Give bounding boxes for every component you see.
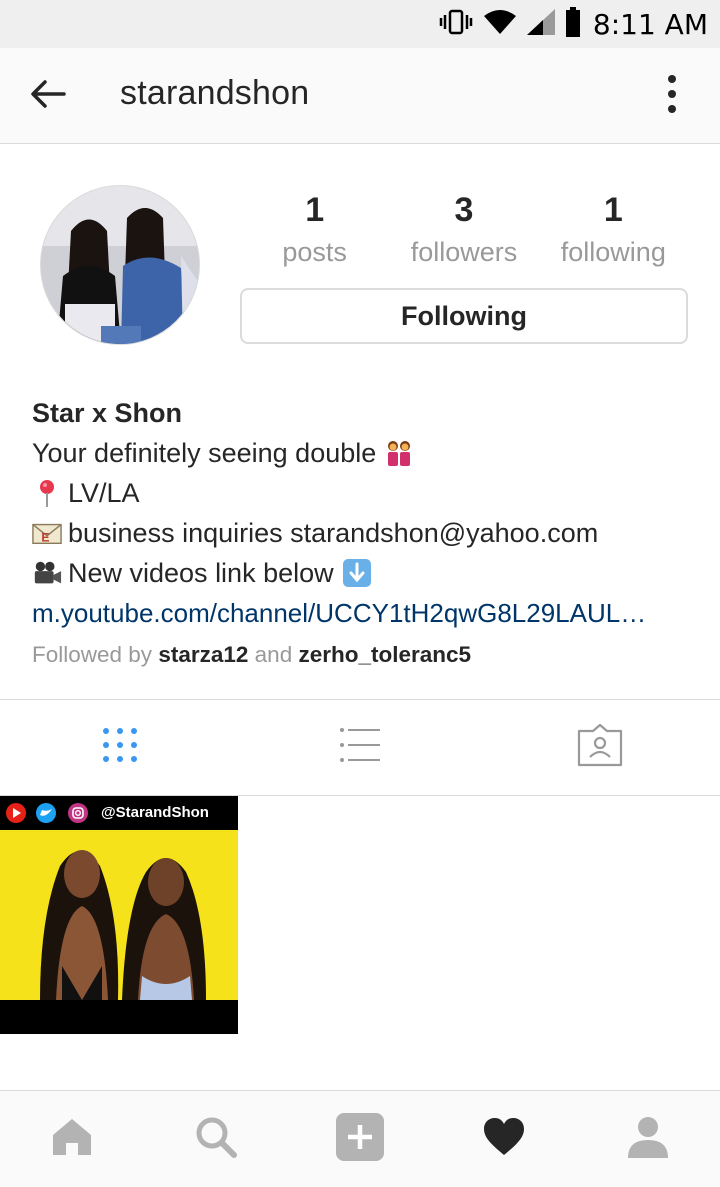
profile-icon <box>627 1116 669 1163</box>
post-image <box>0 796 238 1034</box>
nav-add-post[interactable] <box>288 1091 432 1187</box>
stat-posts[interactable]: 1 posts <box>240 188 389 278</box>
profile-name: Star x Shon <box>32 398 183 428</box>
bio-line-3-text: business inquiries starandshon@yahoo.com <box>68 518 599 548</box>
pin-emoji-icon <box>32 478 62 508</box>
app-header: starandshon <box>0 48 720 144</box>
profile-avatar[interactable] <box>40 185 200 345</box>
bio-line-4: New videos link below <box>32 553 702 593</box>
following-button[interactable]: Following <box>240 288 688 344</box>
battery-icon <box>565 6 581 42</box>
svg-text:E: E <box>41 530 49 544</box>
avatar-photo <box>41 186 199 344</box>
list-view-icon <box>340 727 380 768</box>
post-thumbnail[interactable]: @StarandShon <box>0 796 238 1034</box>
header-username: starandshon <box>120 74 310 112</box>
search-icon <box>195 1116 237 1163</box>
tab-tagged[interactable] <box>480 700 720 795</box>
nav-profile[interactable] <box>576 1091 720 1187</box>
status-time: 8:11 AM <box>592 7 708 41</box>
posts-label: posts <box>282 237 347 267</box>
profile-bio: Star x Shon Your definitely seeing doubl… <box>32 393 702 677</box>
add-post-icon <box>336 1112 384 1166</box>
tab-grid[interactable] <box>0 700 240 795</box>
followed-by-and: and <box>254 642 293 667</box>
back-button[interactable] <box>24 72 72 120</box>
wifi-icon <box>483 9 517 40</box>
bio-line-4-text: New videos link below <box>68 558 334 588</box>
posts-count: 1 <box>305 191 325 229</box>
bio-line-2-text: LV/LA <box>68 478 140 508</box>
vibrate-icon <box>439 9 473 40</box>
back-arrow-icon <box>30 79 66 114</box>
followed-by-user-1[interactable]: starza12 <box>158 642 248 667</box>
followed-by: Followed by starza12 and zerho_toleranc5 <box>32 633 702 677</box>
bio-line-1-text: Your definitely seeing double <box>32 438 377 468</box>
stat-followers[interactable]: 3 followers <box>389 188 538 278</box>
home-icon <box>50 1117 94 1162</box>
signal-icon <box>526 8 555 40</box>
profile-stats: 1 posts 3 followers 1 following <box>240 188 688 278</box>
followed-by-user-2[interactable]: zerho_toleranc5 <box>298 642 471 667</box>
tagged-photos-icon <box>577 723 623 772</box>
tab-list[interactable] <box>240 700 480 795</box>
more-vertical-icon <box>667 74 677 119</box>
bottom-nav <box>0 1090 720 1187</box>
following-label: following <box>560 237 666 267</box>
followers-count: 3 <box>454 191 474 229</box>
envelope-emoji-icon: E <box>32 518 62 548</box>
followers-label: followers <box>410 237 518 267</box>
activity-heart-icon <box>482 1117 526 1162</box>
stat-following[interactable]: 1 following <box>539 188 688 278</box>
more-options-button[interactable] <box>652 72 692 120</box>
profile-tabs <box>0 699 720 796</box>
post-caption: @StarandShon <box>101 804 209 821</box>
bio-line-2: LV/LA <box>32 473 702 513</box>
down-arrow-emoji-icon <box>342 558 372 588</box>
status-icons: 8:11 AM <box>439 0 708 48</box>
bio-website-link[interactable]: m.youtube.com/channel/UCCY1tH2qwG8L29LAU… <box>32 593 692 633</box>
twins-emoji-icon <box>384 438 414 468</box>
grid-view-icon <box>102 727 138 768</box>
followed-by-prefix: Followed by <box>32 642 153 667</box>
following-count: 1 <box>603 191 623 229</box>
bio-line-3: E business inquiries starandshon@yahoo.c… <box>32 513 702 553</box>
nav-search[interactable] <box>144 1091 288 1187</box>
movie-camera-emoji-icon <box>32 558 62 588</box>
status-bar: 8:11 AM <box>0 0 720 48</box>
nav-home[interactable] <box>0 1091 144 1187</box>
nav-activity[interactable] <box>432 1091 576 1187</box>
bio-line-1: Your definitely seeing double <box>32 433 702 473</box>
